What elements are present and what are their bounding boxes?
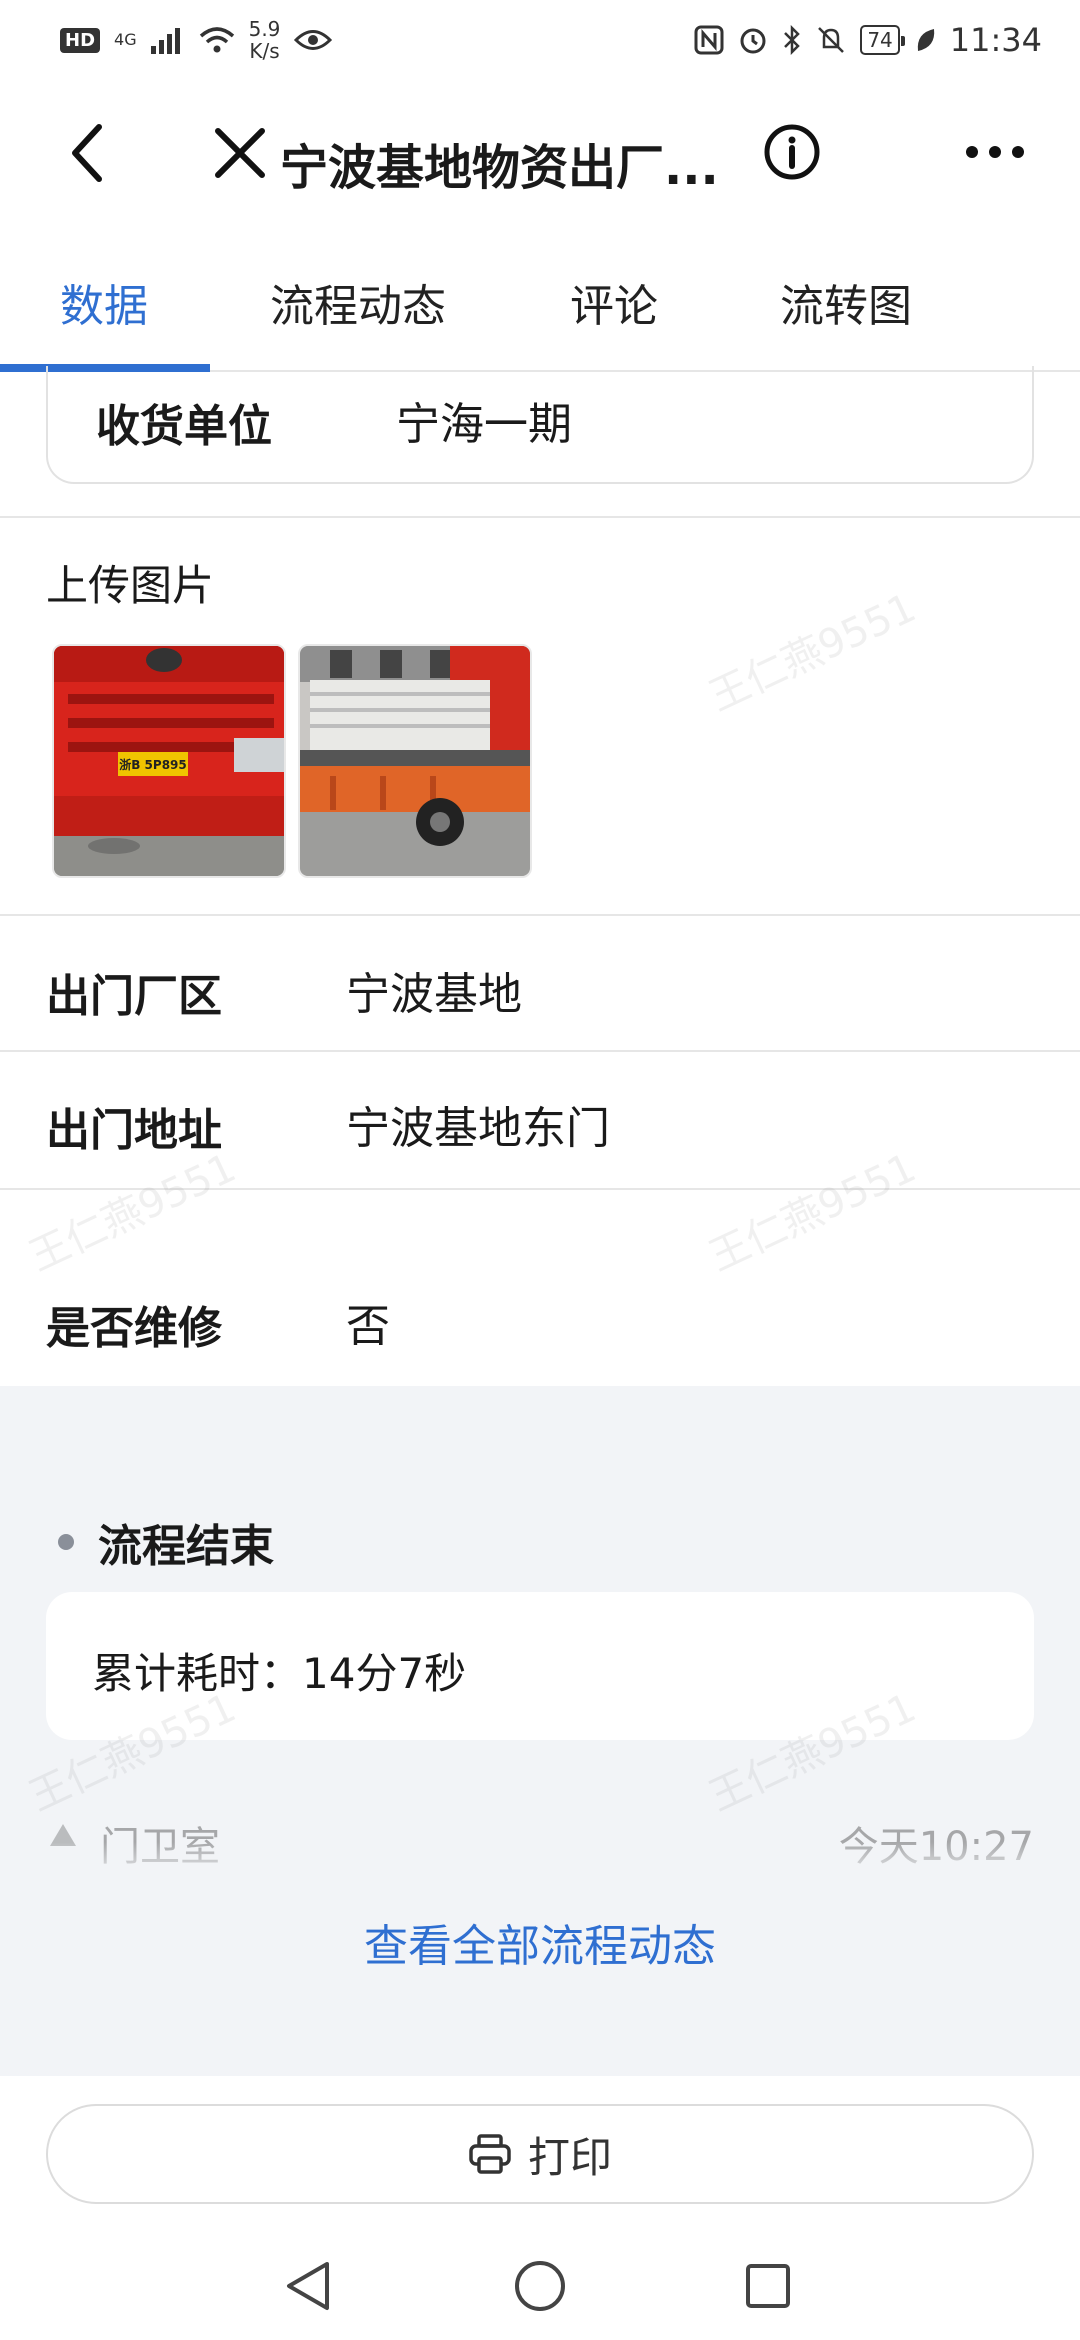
nfc-icon xyxy=(694,25,724,55)
uploaded-photo-truck-front[interactable]: 浙B 5P895 xyxy=(52,644,286,878)
wifi-icon xyxy=(199,27,234,53)
exit-area-value: 宁波基地 xyxy=(346,969,522,1020)
fade-overlay xyxy=(46,1842,1034,1882)
exit-address-value: 宁波基地东门 xyxy=(346,1103,610,1154)
consignee-label: 收货单位 xyxy=(96,401,272,452)
info-icon xyxy=(764,124,820,180)
print-button[interactable]: 打印 xyxy=(46,2104,1034,2204)
triangle-back-icon xyxy=(287,2262,329,2310)
info-button[interactable] xyxy=(760,120,824,184)
tab-flow-chart[interactable]: 流转图 xyxy=(780,270,912,334)
tab-process-activity[interactable]: 流程动态 xyxy=(270,270,446,334)
header: 宁波基地物资出厂... xyxy=(0,100,1080,210)
close-icon xyxy=(215,128,265,178)
square-recents-icon xyxy=(746,2264,790,2308)
page-title: 宁波基地物资出厂... xyxy=(280,140,719,196)
uploaded-photo-truck-cargo[interactable] xyxy=(298,644,532,878)
print-label: 打印 xyxy=(527,2132,612,2182)
consignee-card: 收货单位 宁海一期 xyxy=(46,366,1034,484)
elapsed-time: 累计耗时：14分7秒 xyxy=(92,1649,467,1698)
signal-icon xyxy=(150,28,180,54)
alarm-icon xyxy=(740,28,766,54)
repair-value: 否 xyxy=(346,1301,390,1352)
clock: 11:34 xyxy=(949,21,1042,59)
printer-icon xyxy=(469,2134,511,2174)
view-all-process-link[interactable]: 查看全部流程动态 xyxy=(0,1910,1080,1974)
tab-comments[interactable]: 评论 xyxy=(570,270,658,334)
repair-label: 是否维修 xyxy=(46,1303,222,1354)
more-horizontal-icon xyxy=(966,146,1024,158)
status-dot xyxy=(58,1534,74,1550)
nav-home-button[interactable] xyxy=(500,2246,580,2326)
watermark: 王仁燕9551 xyxy=(702,584,923,721)
process-summary-section: 流程结束 累计耗时：14分7秒 门卫室 今天10:27 查看全部流程动态 xyxy=(0,1386,1080,2076)
exit-area-label: 出门厂区 xyxy=(46,971,222,1022)
system-nav-bar xyxy=(0,2230,1080,2340)
consignee-value: 宁海一期 xyxy=(396,399,572,450)
divider xyxy=(0,516,1080,518)
chevron-left-icon xyxy=(72,124,102,182)
divider xyxy=(0,1050,1080,1052)
tab-bar: 数据 流程动态 评论 流转图 xyxy=(0,240,1080,372)
nav-back-button[interactable] xyxy=(268,2246,348,2326)
divider xyxy=(0,1188,1080,1190)
tab-data[interactable]: 数据 xyxy=(60,270,148,334)
leaf-icon xyxy=(917,29,934,51)
mute-icon xyxy=(818,27,845,53)
elapsed-time-card: 累计耗时：14分7秒 xyxy=(46,1592,1034,1740)
network-type: 4G xyxy=(114,30,137,49)
process-status: 流程结束 xyxy=(98,1521,274,1572)
print-bar: 打印 xyxy=(0,2076,1080,2206)
upload-images-label: 上传图片 xyxy=(46,561,215,610)
divider xyxy=(0,914,1080,916)
back-button[interactable] xyxy=(52,118,122,188)
watermark: 王仁燕9551 xyxy=(702,1144,923,1281)
more-button[interactable] xyxy=(960,120,1030,184)
exit-address-label: 出门地址 xyxy=(46,1105,222,1156)
network-speed: 5.9 K/s xyxy=(248,17,281,63)
close-button[interactable] xyxy=(205,118,275,188)
battery-indicator: 74 xyxy=(860,25,906,55)
license-plate-text: 浙B 5P895 xyxy=(119,757,187,772)
eye-icon xyxy=(294,30,333,50)
circle-home-icon xyxy=(515,2261,565,2311)
status-bar: HD 4G 5.9 K/s 74 11:34 xyxy=(0,0,1080,80)
hd-badge: HD xyxy=(60,27,101,53)
nav-recents-button[interactable] xyxy=(728,2246,808,2326)
bluetooth-icon xyxy=(784,25,801,55)
